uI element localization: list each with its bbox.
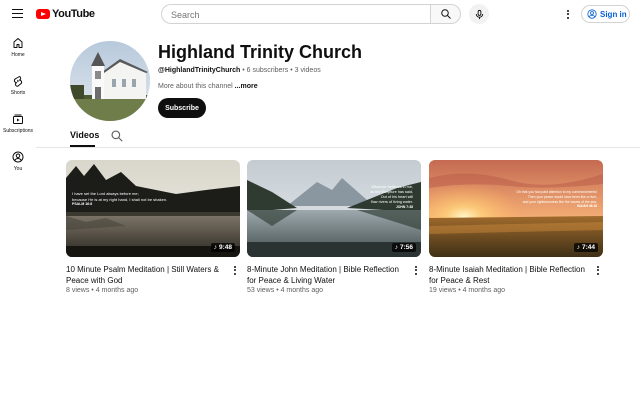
youtube-logo[interactable]: YouTube xyxy=(36,8,95,20)
sidebar-item-label: Home xyxy=(11,52,25,58)
sidebar-item-you[interactable]: You xyxy=(0,151,36,172)
tab-divider xyxy=(36,147,640,148)
search-input[interactable] xyxy=(162,6,430,24)
video-meta: 53 views • 4 months ago xyxy=(247,287,323,294)
subscriptions-icon xyxy=(13,114,23,124)
duration-badge: ♪ 7:56 xyxy=(391,243,416,252)
video-thumbnail[interactable]: I have set the Lord always before me; be… xyxy=(66,160,240,257)
search-button[interactable] xyxy=(430,4,461,24)
video-more-options-icon[interactable] xyxy=(231,264,239,276)
overlay-line: Then your peace would have been like a r… xyxy=(527,194,597,199)
video-meta: 19 views • 4 months ago xyxy=(429,287,505,294)
settings-more-icon[interactable] xyxy=(561,6,575,22)
channel-search-icon[interactable] xyxy=(110,129,124,143)
scripture-overlay: Whoever believes in me, as the Scripture… xyxy=(370,185,413,210)
video-thumbnail[interactable]: Oh that you had paid attention to my com… xyxy=(429,160,603,257)
voice-search-button[interactable] xyxy=(469,4,489,24)
meta-separator: • xyxy=(290,67,293,74)
upload-age: 4 months ago xyxy=(95,287,139,294)
video-meta: 8 views • 4 months ago xyxy=(66,287,138,294)
upload-age: 4 months ago xyxy=(280,287,324,294)
scripture-overlay: Oh that you had paid attention to my com… xyxy=(516,190,597,209)
overlay-reference: ISAIAH 48:18 xyxy=(577,204,597,209)
overlay-reference: PSALM 16:8 xyxy=(72,202,93,206)
channel-about[interactable]: More about this channel ...more xyxy=(158,83,258,90)
about-text: More about this channel xyxy=(158,83,233,90)
sidebar-item-label: Shorts xyxy=(10,90,26,96)
sidebar-item-label: Subscriptions xyxy=(2,128,33,134)
duration-text: 7:44 xyxy=(581,244,595,251)
view-count: 19 views xyxy=(429,287,457,294)
home-icon xyxy=(13,38,23,48)
sidebar-item-label: You xyxy=(13,166,23,172)
sidebar-item-shorts[interactable]: Shorts xyxy=(0,75,36,96)
sidebar-item-subscriptions[interactable]: Subscriptions xyxy=(0,113,36,134)
sign-in-label: Sign in xyxy=(600,9,627,19)
channel-name: Highland Trinity Church xyxy=(158,42,363,62)
view-count: 53 views xyxy=(247,287,275,294)
video-count: 3 videos xyxy=(294,67,321,74)
shorts-icon xyxy=(13,76,23,87)
video-title[interactable]: 10 Minute Psalm Meditation | Still Water… xyxy=(66,264,226,286)
channel-handle: @HighlandTrinityChurch xyxy=(158,67,241,74)
video-thumbnail[interactable]: Whoever believes in me, as the Scripture… xyxy=(247,160,421,257)
duration-badge: ♪ 7:44 xyxy=(573,243,598,252)
youtube-play-icon xyxy=(36,9,50,19)
tab-videos[interactable]: Videos xyxy=(70,130,99,140)
channel-avatar[interactable] xyxy=(70,41,150,121)
search-box[interactable] xyxy=(161,4,430,24)
search-icon xyxy=(440,9,451,19)
scripture-overlay: I have set the Lord always before me; be… xyxy=(72,191,167,208)
duration-text: 7:56 xyxy=(399,244,413,251)
view-count: 8 views xyxy=(66,287,90,294)
meta-separator: • xyxy=(458,287,461,294)
you-icon xyxy=(12,151,24,163)
meta-separator: • xyxy=(91,287,94,294)
logo-text: YouTube xyxy=(52,8,95,20)
subscriber-count: 6 subscribers xyxy=(246,67,289,74)
duration-badge: ♪ 9:48 xyxy=(210,243,235,252)
church-image xyxy=(70,41,150,121)
subscribe-button[interactable]: Subscribe xyxy=(158,98,206,118)
sidebar-item-home[interactable]: Home xyxy=(0,37,36,58)
masthead: YouTube Sign in xyxy=(0,0,640,28)
more-link[interactable]: ...more xyxy=(235,83,258,90)
music-note-icon: ♪ xyxy=(576,244,580,251)
account-circle-icon xyxy=(587,9,597,19)
video-title[interactable]: 8-Minute Isaiah Meditation | Bible Refle… xyxy=(429,264,589,286)
hamburger-menu-icon[interactable] xyxy=(10,6,26,22)
upload-age: 4 months ago xyxy=(462,287,506,294)
music-note-icon: ♪ xyxy=(213,244,217,251)
music-note-icon: ♪ xyxy=(394,244,398,251)
overlay-reference: JOHN 7:38 xyxy=(395,205,413,209)
microphone-icon xyxy=(475,9,483,19)
meta-separator: • xyxy=(242,67,245,74)
video-more-options-icon[interactable] xyxy=(412,264,420,276)
sign-in-button[interactable]: Sign in xyxy=(581,5,630,23)
video-more-options-icon[interactable] xyxy=(594,264,602,276)
channel-meta: @HighlandTrinityChurch • 6 subscribers •… xyxy=(158,67,321,74)
video-title[interactable]: 8-Minute John Meditation | Bible Reflect… xyxy=(247,264,407,286)
duration-text: 9:48 xyxy=(218,244,232,251)
meta-separator: • xyxy=(276,287,279,294)
